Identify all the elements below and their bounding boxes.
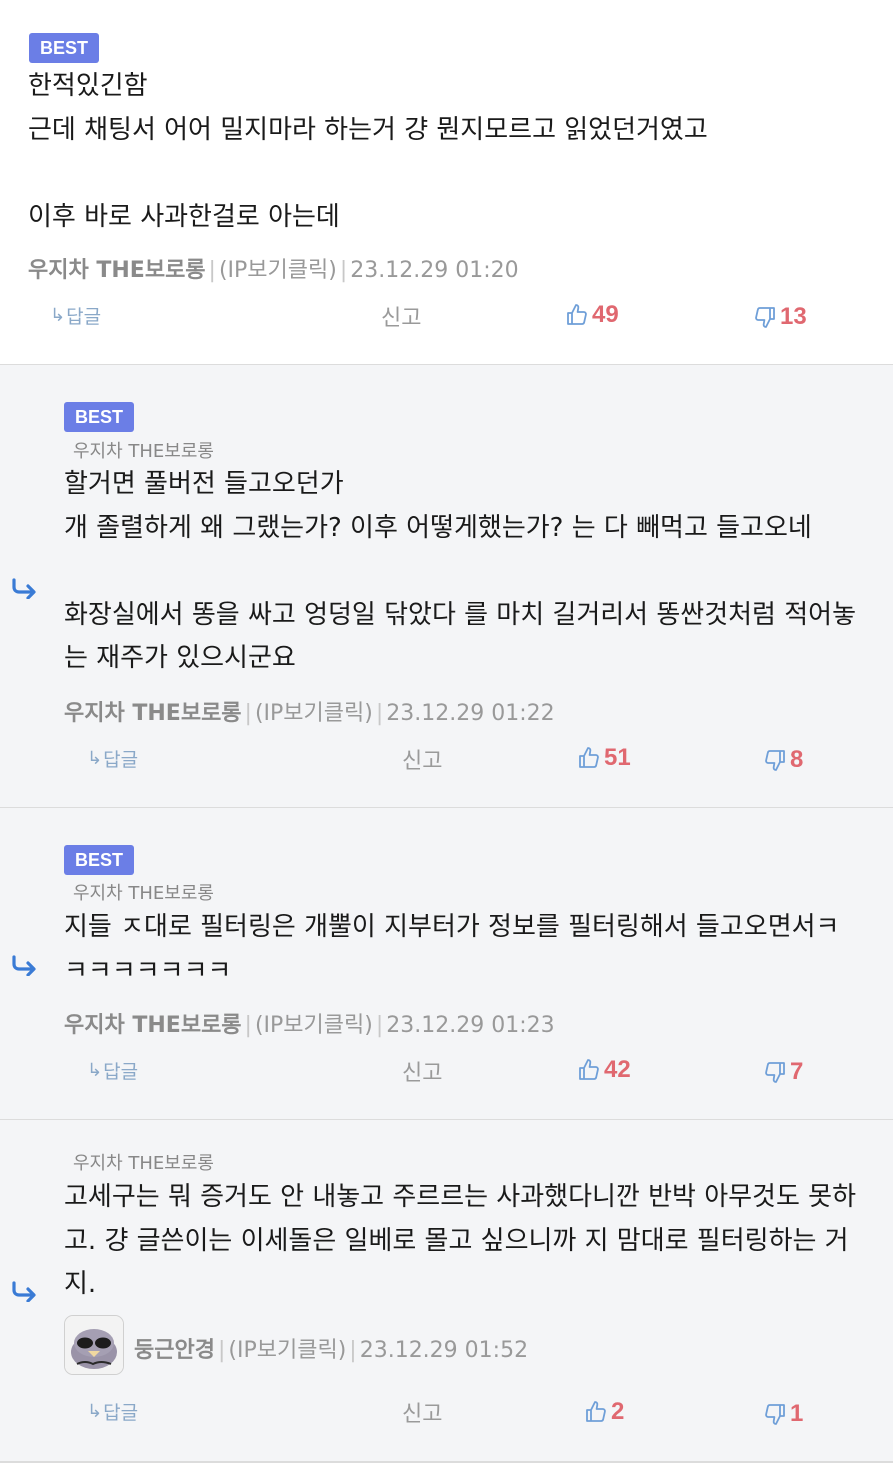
timestamp: 23.12.29 01:52 xyxy=(359,1338,529,1363)
timestamp: 23.12.29 01:20 xyxy=(350,258,519,283)
reply-arrow-icon xyxy=(12,955,36,976)
like-count: 51 xyxy=(604,744,631,771)
thumbs-down-icon xyxy=(765,750,785,771)
ip-view-link[interactable]: (IP보기클릭) xyxy=(255,1013,373,1038)
comment-body: 고세구는 뭐 증거도 안 내놓고 주르르는 사과했다니깐 반박 아무것도 못하 … xyxy=(64,1182,856,1299)
reply-button[interactable]: ↳ 답글 xyxy=(87,1057,138,1084)
like-button[interactable]: 42 xyxy=(577,1056,631,1084)
comment-meta: 우지차 THE보로롱 | (IP보기클릭) | 23.12.29 01:23 xyxy=(64,1013,555,1038)
reply-button[interactable]: ↳ 답글 xyxy=(87,745,138,772)
report-button[interactable]: 신고 xyxy=(402,1396,442,1428)
author-name[interactable]: 우지차 THE보로롱 xyxy=(64,1013,242,1038)
thumbs-down-icon xyxy=(755,307,775,328)
comment-meta: 우지차 THE보로롱 | (IP보기클릭) | 23.12.29 01:22 xyxy=(64,701,555,726)
author-name[interactable]: 둥근안경 xyxy=(134,1338,215,1363)
ip-view-link[interactable]: (IP보기클릭) xyxy=(219,258,337,283)
reply-arrow-icon: ↳ xyxy=(87,1060,103,1081)
reply-label: 답글 xyxy=(103,1402,139,1424)
thumbs-up-icon xyxy=(579,747,599,768)
ip-view-link[interactable]: (IP보기클릭) xyxy=(255,701,373,726)
reply-comment: 우지차 THE보로롱 고세구는 뭐 증거도 안 내놓고 주르르는 사과했다니깐 … xyxy=(0,1120,893,1463)
like-count: 2 xyxy=(611,1398,625,1425)
penguin-avatar-icon xyxy=(65,1316,123,1374)
reply-to-author: 우지차 THE보로롱 xyxy=(73,441,214,462)
like-button[interactable]: 2 xyxy=(584,1398,624,1426)
comment-meta: 우지차 THE보로롱 | (IP보기클릭) | 23.12.29 01:20 xyxy=(28,258,519,283)
reply-comment: BEST 우지차 THE보로롱 지들 ㅈ대로 필터링은 개뿔이 지부터가 정보를… xyxy=(0,808,893,1120)
reply-label: 답글 xyxy=(103,1061,139,1083)
like-count: 42 xyxy=(604,1056,631,1083)
dislike-count: 13 xyxy=(780,303,807,330)
reply-label: 답글 xyxy=(103,749,139,771)
comment-meta: 둥근안경 | (IP보기클릭) | 23.12.29 01:52 xyxy=(134,1338,529,1363)
comment-body: 지들 ㅈ대로 필터링은 개뿔이 지부터가 정보를 필터링해서 들고오면서ㅋ ㅋㅋ… xyxy=(64,912,840,986)
dislike-button[interactable]: 8 xyxy=(763,746,803,774)
thumbs-down-icon xyxy=(765,1404,785,1425)
report-button[interactable]: 신고 xyxy=(402,743,442,775)
comment: BEST 한적있긴함 근데 채팅서 어어 밀지마라 하는거 걍 뭔지모르고 읽었… xyxy=(0,0,893,365)
thumbs-up-icon xyxy=(567,304,587,325)
reply-button[interactable]: ↳ 답글 xyxy=(50,302,101,329)
reply-to-author: 우지차 THE보로롱 xyxy=(73,883,214,904)
dislike-count: 1 xyxy=(790,1400,804,1427)
like-button[interactable]: 51 xyxy=(577,744,631,772)
reply-to-author: 우지차 THE보로롱 xyxy=(73,1153,214,1174)
dislike-count: 8 xyxy=(790,746,804,773)
reply-arrow-icon xyxy=(12,1281,36,1302)
thumbs-up-icon xyxy=(586,1401,606,1422)
report-button[interactable]: 신고 xyxy=(402,1055,442,1087)
like-count: 49 xyxy=(592,301,619,328)
reply-arrow-icon xyxy=(12,578,36,599)
reply-button[interactable]: ↳ 답글 xyxy=(87,1398,138,1425)
reply-label: 답글 xyxy=(66,306,102,328)
timestamp: 23.12.29 01:23 xyxy=(386,1013,555,1038)
dislike-count: 7 xyxy=(790,1058,804,1085)
reply-arrow-icon: ↳ xyxy=(87,1401,103,1422)
report-button[interactable]: 신고 xyxy=(381,300,421,332)
dislike-button[interactable]: 7 xyxy=(763,1058,803,1086)
dislike-button[interactable]: 1 xyxy=(763,1400,803,1428)
like-button[interactable]: 49 xyxy=(565,301,619,329)
best-badge: BEST xyxy=(29,33,100,63)
author-name[interactable]: 우지차 THE보로롱 xyxy=(28,258,206,283)
thumbs-up-icon xyxy=(579,1059,599,1080)
thumbs-down-icon xyxy=(765,1062,785,1083)
author-name[interactable]: 우지차 THE보로롱 xyxy=(64,701,242,726)
reply-comment: BEST 우지차 THE보로롱 할거면 풀버전 들고오던가 개 졸렬하게 왜 그… xyxy=(0,365,893,808)
avatar[interactable] xyxy=(64,1315,124,1375)
ip-view-link[interactable]: (IP보기클릭) xyxy=(228,1338,346,1363)
best-badge: BEST xyxy=(64,845,135,875)
reply-arrow-icon: ↳ xyxy=(87,748,103,769)
dislike-button[interactable]: 13 xyxy=(753,303,807,331)
best-badge: BEST xyxy=(64,402,135,432)
timestamp: 23.12.29 01:22 xyxy=(386,701,555,726)
comment-body: 한적있긴함 근데 채팅서 어어 밀지마라 하는거 걍 뭔지모르고 읽었던거였고 … xyxy=(28,71,708,232)
comment-body: 할거면 풀버전 들고오던가 개 졸렬하게 왜 그랬는가? 이후 어떻게했는가? … xyxy=(64,469,856,673)
reply-arrow-icon: ↳ xyxy=(50,305,66,326)
